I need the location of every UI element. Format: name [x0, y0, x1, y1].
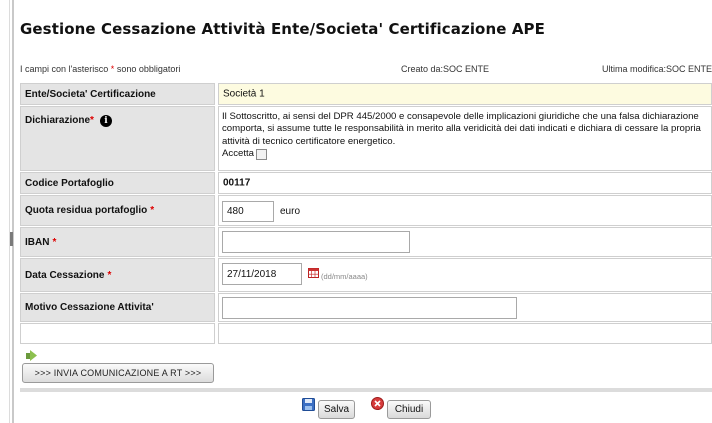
salva-button[interactable]: Salva — [318, 400, 355, 419]
arrow-icon — [26, 350, 37, 361]
declaration-text: Il Sottoscritto, ai sensi del DPR 445/20… — [222, 111, 701, 147]
separator — [20, 388, 712, 392]
required-note: I campi con l'asterisco * sono obbligato… — [20, 64, 181, 74]
row-motivo: Motivo Cessazione Attivita' — [20, 293, 712, 322]
modified-by: Ultima modifica:SOC ENTE — [601, 64, 712, 74]
required-star: * — [107, 269, 112, 281]
row-dichiarazione: Dichiarazione * i Il Sottoscritto, ai sen… — [20, 106, 712, 171]
row-quota: Quota residua portafoglio * 480 euro — [20, 195, 712, 226]
info-icon[interactable]: i — [99, 115, 112, 127]
label-codice-portafoglio: Codice Portafoglio — [20, 172, 215, 194]
row-iban: IBAN * — [20, 227, 712, 257]
motivo-input[interactable] — [222, 297, 517, 319]
required-star: * — [110, 64, 115, 74]
required-star: * — [90, 115, 94, 126]
iban-input[interactable] — [222, 231, 410, 253]
chiudi-button[interactable]: Chiudi — [387, 400, 431, 419]
left-guide-line — [9, 0, 10, 423]
label-data-cessazione: Data Cessazione * — [20, 258, 215, 292]
row-data-cessazione: Data Cessazione * 27/11/2018 (dd/mm/aaaa) — [20, 258, 712, 292]
accept-checkbox[interactable] — [256, 148, 267, 160]
value-data-cessazione: 27/11/2018 (dd/mm/aaaa) — [218, 258, 712, 292]
invia-comunicazione-button[interactable]: >>> INVIA COMUNICAZIONE A RT >>> — [22, 363, 214, 383]
value-codice-portafoglio: 00117 — [218, 172, 712, 194]
required-star: * — [52, 236, 57, 248]
quota-input[interactable]: 480 — [222, 201, 274, 222]
date-format-hint: (dd/mm/aaaa) — [321, 272, 368, 281]
value-dichiarazione: Il Sottoscritto, ai sensi del DPR 445/20… — [218, 106, 712, 171]
label-quota: Quota residua portafoglio * — [20, 195, 215, 226]
required-star: * — [150, 205, 155, 216]
accept-control[interactable]: Accetta — [222, 148, 267, 160]
label-dichiarazione: Dichiarazione * i — [20, 106, 215, 171]
label-ente: Ente/Societa' Certificazione — [20, 83, 215, 105]
page-title: Gestione Cessazione Attività Ente/Societ… — [20, 20, 545, 38]
empty-cell-left — [20, 323, 215, 344]
value-ente: Società 1 — [218, 83, 712, 105]
value-quota: 480 euro — [218, 195, 712, 226]
calendar-icon[interactable] — [308, 268, 319, 278]
left-border — [12, 0, 14, 423]
date-input[interactable]: 27/11/2018 — [222, 263, 302, 285]
empty-cell-right — [218, 323, 712, 344]
row-ente: Ente/Societa' Certificazione Società 1 — [20, 83, 712, 105]
label-motivo: Motivo Cessazione Attivita' — [20, 293, 215, 322]
value-motivo — [218, 293, 712, 322]
value-iban — [218, 227, 712, 257]
quota-unit: euro — [280, 206, 301, 217]
label-iban: IBAN * — [20, 227, 215, 257]
info-bar: I campi con l'asterisco * sono obbligato… — [20, 64, 712, 78]
row-empty — [20, 323, 712, 344]
row-codice-portafoglio: Codice Portafoglio 00117 — [20, 172, 712, 194]
save-icon[interactable] — [302, 398, 315, 411]
close-icon[interactable] — [371, 397, 384, 410]
created-by: Creato da:SOC ENTE — [401, 64, 490, 74]
accept-label: Accetta — [222, 148, 254, 160]
left-marker — [10, 232, 13, 246]
